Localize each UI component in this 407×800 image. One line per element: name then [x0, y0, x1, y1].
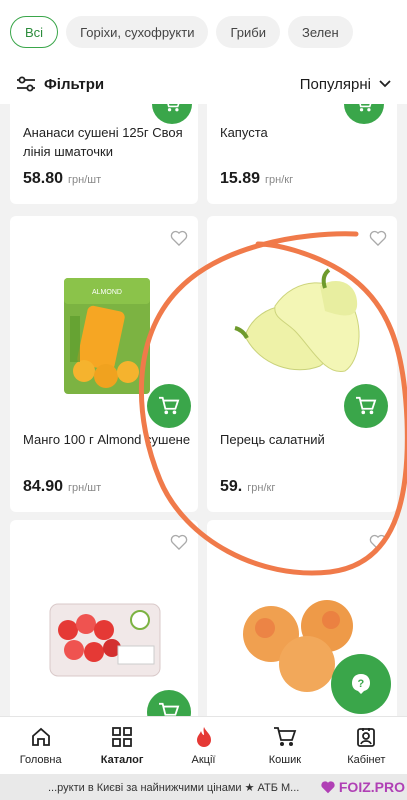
- grid-icon: [112, 726, 133, 747]
- sort-label: Популярні: [299, 75, 371, 93]
- favorite-heart-icon[interactable]: [170, 534, 188, 550]
- nav-catalog[interactable]: Каталог: [81, 717, 162, 774]
- chip-nuts-dried-fruits[interactable]: Горіхи, сухофрукти: [66, 16, 209, 48]
- bottom-nav: Головна Каталог Акції Кошик Кабінет: [0, 716, 407, 774]
- product-card[interactable]: ALMOND Манго 100 г Almond сушене 84.90 г…: [10, 216, 198, 512]
- price-value: 15.89: [220, 170, 261, 187]
- chip-mushrooms[interactable]: Гриби: [216, 16, 280, 48]
- nav-label: Акції: [191, 753, 216, 766]
- watermark-text: FOIZ.PRO: [338, 779, 405, 795]
- filters-icon: [17, 76, 35, 92]
- favorite-heart-icon[interactable]: [170, 230, 188, 246]
- filters-button[interactable]: Фільтри: [16, 76, 104, 93]
- svg-text:?: ?: [358, 678, 365, 690]
- favorite-heart-icon[interactable]: [369, 230, 387, 246]
- cart-icon: [273, 726, 297, 746]
- price-unit: грн/кг: [247, 482, 276, 494]
- product-name: Манго 100 г Almond сушене: [23, 432, 191, 447]
- product-name: Перець салатний: [220, 432, 325, 447]
- nav-label: Головна: [19, 753, 62, 766]
- nav-label: Кабінет: [347, 753, 386, 766]
- price-unit: грн/шт: [68, 482, 102, 494]
- nav-label: Кошик: [268, 753, 302, 766]
- product-card[interactable]: Капуста 15.89 грн/кг: [207, 104, 397, 204]
- price-value: 84.90: [23, 478, 64, 495]
- home-icon: [31, 727, 50, 746]
- price-unit: грн/кг: [265, 174, 294, 186]
- product-price: 84.90 грн/шт: [23, 478, 101, 496]
- product-grid: Ананаси сушені 125г Своя лінія шматочки …: [0, 104, 407, 716]
- nav-home[interactable]: Головна: [0, 717, 81, 774]
- cart-icon: [356, 396, 377, 415]
- nav-label: Каталог: [100, 753, 144, 766]
- svg-text:ALMOND: ALMOND: [92, 289, 122, 296]
- product-price: 15.89 грн/кг: [220, 170, 293, 188]
- product-image-salad-peppers: [234, 268, 360, 372]
- cart-icon: [159, 396, 180, 415]
- cart-icon: [359, 104, 372, 112]
- product-name: Ананаси сушені 125г Своя лінія шматочки: [23, 125, 183, 159]
- category-chips: Всі Горіхи, сухофрукти Гриби Зелен: [0, 0, 407, 64]
- product-price: 58.80 грн/шт: [23, 170, 101, 188]
- add-to-cart-button[interactable]: [344, 104, 384, 124]
- favorite-heart-icon[interactable]: [369, 534, 387, 550]
- watermark: FOIZ.PRO: [320, 774, 405, 800]
- cart-icon: [167, 104, 180, 112]
- cart-icon: [159, 702, 180, 716]
- heart-logo-icon: [321, 781, 335, 794]
- filters-label: Фільтри: [44, 75, 105, 93]
- add-to-cart-button[interactable]: [344, 384, 388, 428]
- fire-icon: [196, 726, 211, 747]
- product-image-tomatoes-pack: [49, 603, 161, 677]
- product-card[interactable]: [10, 520, 198, 716]
- price-value: 59.: [220, 478, 243, 495]
- add-to-cart-button[interactable]: [152, 104, 192, 124]
- price-unit: грн/шт: [68, 174, 102, 186]
- nav-cart[interactable]: Кошик: [244, 717, 325, 774]
- filter-bar: Фільтри Популярні: [0, 64, 407, 104]
- product-card[interactable]: Ананаси сушені 125г Своя лінія шматочки …: [10, 104, 198, 204]
- nav-promotions[interactable]: Акції: [163, 717, 244, 774]
- product-image-mango-pack: ALMOND: [64, 278, 150, 394]
- chevron-down-icon: [379, 80, 391, 88]
- product-name: Капуста: [220, 125, 268, 140]
- product-card[interactable]: Перець салатний 59. грн/кг: [207, 216, 397, 512]
- price-value: 58.80: [23, 170, 64, 187]
- add-to-cart-button[interactable]: [147, 384, 191, 428]
- product-price: 59. грн/кг: [220, 478, 275, 496]
- chip-all[interactable]: Всі: [10, 16, 59, 48]
- add-to-cart-button[interactable]: [147, 690, 191, 716]
- nav-profile[interactable]: Кабінет: [326, 717, 407, 774]
- profile-icon: [357, 727, 376, 747]
- question-chat-icon: ?: [352, 674, 370, 694]
- chip-greens[interactable]: Зелен: [288, 16, 353, 48]
- sort-dropdown[interactable]: Популярні: [300, 76, 391, 93]
- help-button[interactable]: ?: [331, 654, 391, 714]
